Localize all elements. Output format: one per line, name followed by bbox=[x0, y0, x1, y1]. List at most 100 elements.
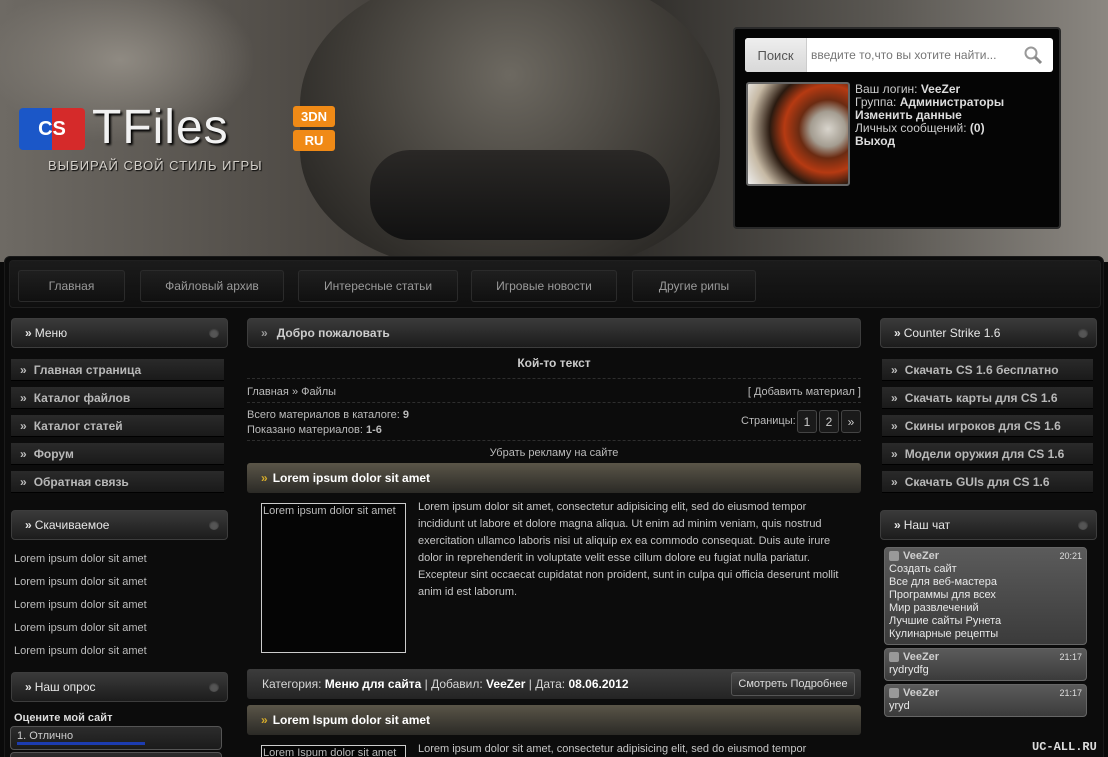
user-panel: Поиск Ваш логин: VeeZer Группа: Админист… bbox=[733, 27, 1061, 229]
chat-line: rydrydfg bbox=[889, 664, 929, 676]
double-chevron-icon: » bbox=[20, 390, 27, 405]
shown-label: Показано материалов: bbox=[247, 424, 363, 436]
date-label: Дата: bbox=[535, 677, 566, 691]
page-2-button[interactable]: 2 bbox=[819, 410, 839, 433]
double-chevron-icon: » bbox=[261, 713, 268, 727]
chat-message: VeeZer 21:17 rydrydfg bbox=[884, 648, 1087, 681]
double-chevron-icon: » bbox=[891, 390, 898, 405]
toggle-dot-icon[interactable] bbox=[1078, 520, 1088, 530]
news-thumbnail[interactable]: Lorem Ispum dolor sit amet bbox=[261, 745, 406, 757]
toggle-dot-icon[interactable] bbox=[1078, 328, 1088, 338]
double-chevron-icon: » bbox=[894, 326, 901, 340]
double-chevron-icon: » bbox=[25, 518, 32, 532]
download-link[interactable]: Lorem ipsum dolor sit amet bbox=[14, 576, 147, 588]
nav-item-home[interactable]: Главная bbox=[18, 270, 125, 302]
search-button[interactable]: Поиск bbox=[745, 38, 807, 72]
add-material-link[interactable]: [ Добавить материал ] bbox=[748, 386, 861, 398]
menu-item-label: Форум bbox=[33, 446, 74, 461]
magnifier-icon[interactable] bbox=[1019, 43, 1047, 67]
toggle-dot-icon[interactable] bbox=[209, 682, 219, 692]
menu-item-label: Каталог файлов bbox=[33, 390, 131, 405]
download-link[interactable]: Lorem ipsum dolor sit amet bbox=[14, 553, 147, 565]
double-chevron-icon: » bbox=[25, 326, 32, 340]
breadcrumb: Главная » Файлы bbox=[247, 386, 336, 398]
logo-badge-bottom: RU bbox=[293, 130, 335, 151]
double-chevron-icon: » bbox=[20, 362, 27, 377]
cs-link-maps[interactable]: » Скачать карты для CS 1.6 bbox=[882, 387, 1093, 409]
chat-message: VeeZer 21:17 yryd bbox=[884, 684, 1087, 717]
chat-line[interactable]: Мир развлечений bbox=[889, 602, 1082, 615]
download-link[interactable]: Lorem ipsum dolor sit amet bbox=[14, 645, 147, 657]
chat-user[interactable]: VeeZer bbox=[889, 550, 1082, 563]
cs-block-title: » Counter Strike 1.6 bbox=[880, 318, 1097, 348]
menu-item-label: Обратная связь bbox=[33, 474, 129, 489]
news-title[interactable]: » Lorem Ispum dolor sit amet bbox=[247, 705, 861, 735]
cs-link-download[interactable]: » Скачать CS 1.6 бесплатно bbox=[882, 359, 1093, 381]
category-link[interactable]: Меню для сайта bbox=[325, 677, 422, 691]
news-body: Lorem ipsum dolor sit amet, consectetur … bbox=[418, 501, 839, 598]
menu-item-article-catalog[interactable]: » Каталог статей bbox=[11, 415, 224, 437]
menu-item-forum[interactable]: » Форум bbox=[11, 443, 224, 465]
double-chevron-icon: » bbox=[891, 362, 898, 377]
page: CS TFiles 3DN RU ВЫБИРАЙ СВОЙ СТИЛЬ ИГРЫ… bbox=[0, 0, 1108, 757]
messages-link[interactable]: (0) bbox=[970, 121, 985, 135]
nav-item-other-rips[interactable]: Другие рипы bbox=[632, 270, 756, 302]
nav-item-file-archive[interactable]: Файловый архив bbox=[140, 270, 284, 302]
cs-link-label: Скины игроков для CS 1.6 bbox=[904, 418, 1061, 433]
downloads-title-text: Скачиваемое bbox=[34, 518, 110, 532]
menu-item-main-page[interactable]: » Главная страница bbox=[11, 359, 224, 381]
chat-line: yryd bbox=[889, 700, 910, 712]
poll-option[interactable]: 1. Отлично bbox=[10, 726, 222, 750]
news-title-text: Lorem Ispum dolor sit amet bbox=[272, 713, 431, 727]
chat-line[interactable]: Программы для всех bbox=[889, 589, 1082, 602]
chat-user[interactable]: VeeZer bbox=[889, 687, 1082, 700]
news-title[interactable]: » Lorem ipsum dolor sit amet bbox=[247, 463, 861, 493]
menu-item-label: Главная страница bbox=[33, 362, 142, 377]
logo-badge-top: 3DN bbox=[293, 106, 335, 127]
download-link[interactable]: Lorem ipsum dolor sit amet bbox=[14, 599, 147, 611]
remove-ads-link[interactable]: Убрать рекламу на сайте bbox=[247, 447, 861, 459]
double-chevron-icon: » bbox=[891, 446, 898, 461]
menu-item-feedback[interactable]: » Обратная связь bbox=[11, 471, 224, 493]
edit-profile-link[interactable]: Изменить данные bbox=[855, 108, 962, 122]
menu-item-file-catalog[interactable]: » Каталог файлов bbox=[11, 387, 224, 409]
chat-line[interactable]: Создать сайт bbox=[889, 563, 1082, 576]
nav-item-articles[interactable]: Интересные статьи bbox=[298, 270, 458, 302]
poll-option-next[interactable] bbox=[10, 752, 222, 757]
chat-line[interactable]: Лучшие сайты Рунета bbox=[889, 615, 1082, 628]
logo-mark[interactable]: CS bbox=[19, 108, 85, 150]
double-chevron-icon: » bbox=[261, 326, 268, 340]
cs-link-label: Скачать GUIs для CS 1.6 bbox=[904, 474, 1050, 489]
next-page-button[interactable]: » bbox=[841, 410, 861, 433]
download-link[interactable]: Lorem ipsum dolor sit amet bbox=[14, 622, 147, 634]
news-thumbnail[interactable]: Lorem ipsum dolor sit amet bbox=[261, 503, 406, 653]
double-chevron-icon: » bbox=[891, 474, 898, 489]
news-footer: Категория: Меню для сайта | Добавил: Vee… bbox=[247, 669, 861, 699]
chat-line[interactable]: Все для веб-мастера bbox=[889, 576, 1082, 589]
poll-block-title: » Наш опрос bbox=[11, 672, 228, 702]
main-nav: Главная Файловый архив Интересные статьи… bbox=[9, 260, 1101, 308]
cs-link-weapons[interactable]: » Модели оружия для CS 1.6 bbox=[882, 443, 1093, 465]
logo-slogan: ВЫБИРАЙ СВОЙ СТИЛЬ ИГРЫ bbox=[48, 158, 263, 173]
cs-link-label: Скачать CS 1.6 бесплатно bbox=[904, 362, 1059, 377]
chat-user[interactable]: VeeZer bbox=[889, 651, 1082, 664]
catalog-stats: Всего материалов в каталоге: 9 Показано … bbox=[247, 408, 409, 438]
intro-text: Кой-то текст bbox=[517, 356, 591, 370]
author-link[interactable]: VeeZer bbox=[486, 677, 525, 691]
toggle-dot-icon[interactable] bbox=[209, 520, 219, 530]
logo-text[interactable]: TFiles bbox=[92, 100, 229, 155]
divider bbox=[247, 378, 861, 379]
logout-link[interactable]: Выход bbox=[855, 134, 895, 148]
breadcrumb-home[interactable]: Главная bbox=[247, 386, 289, 398]
toggle-dot-icon[interactable] bbox=[209, 328, 219, 338]
chat-message: VeeZer 20:21 Создать сайт Все для веб-ма… bbox=[884, 547, 1087, 645]
nav-item-game-news[interactable]: Игровые новости bbox=[471, 270, 617, 302]
cs-link-skins[interactable]: » Скины игроков для CS 1.6 bbox=[882, 415, 1093, 437]
chat-time: 21:17 bbox=[1059, 688, 1082, 698]
search-input[interactable] bbox=[807, 38, 1015, 72]
cs-link-guis[interactable]: » Скачать GUIs для CS 1.6 bbox=[882, 471, 1093, 493]
poll-option-label: 1. Отлично bbox=[17, 730, 74, 742]
chat-line[interactable]: Кулинарные рецепты bbox=[889, 628, 1082, 641]
page-1-button[interactable]: 1 bbox=[797, 410, 817, 433]
read-more-button[interactable]: Смотреть Подробнее bbox=[731, 672, 855, 696]
